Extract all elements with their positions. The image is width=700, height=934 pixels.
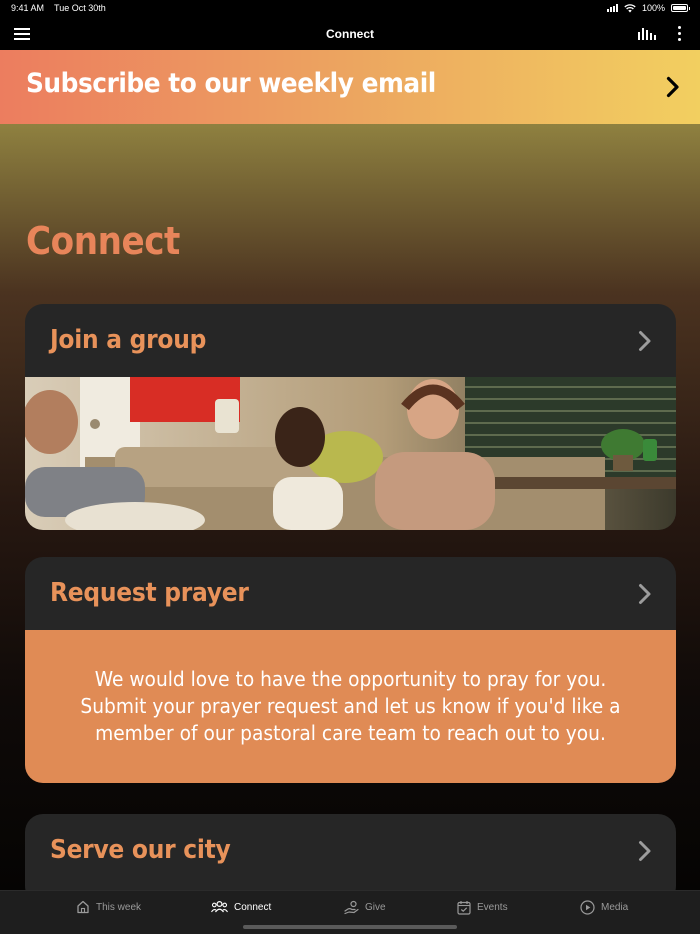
status-time: 9:41 AM: [11, 3, 45, 13]
more-vertical-icon[interactable]: [678, 26, 682, 44]
home-indicator: [243, 925, 457, 929]
audio-bars-icon[interactable]: [638, 28, 656, 40]
tab-bar: This week Connect Give Events Media: [0, 890, 700, 934]
people-icon: [211, 900, 228, 913]
card-header[interactable]: Serve our city: [25, 814, 676, 887]
home-icon: [77, 900, 89, 914]
battery-icon: [671, 4, 690, 12]
tab-label: Media: [601, 902, 629, 913]
give-hand-icon: [344, 900, 359, 915]
card-title: Request prayer: [50, 578, 249, 608]
card-header[interactable]: Request prayer: [25, 557, 676, 630]
tab-label: Give: [365, 902, 386, 913]
serve-city-card[interactable]: Serve our city: [25, 814, 676, 890]
chevron-right-icon: [666, 76, 679, 98]
nav-title: Connect: [326, 27, 374, 41]
group-photo: [25, 377, 676, 530]
wifi-icon: [624, 3, 636, 12]
request-prayer-card[interactable]: Request prayer We would love to have the…: [25, 557, 676, 783]
navigation-bar: Connect: [0, 18, 700, 50]
card-title: Join a group: [50, 325, 207, 355]
battery-percent: 100%: [641, 3, 665, 13]
play-circle-icon: [580, 900, 595, 915]
tab-label: This week: [96, 901, 142, 913]
prayer-description: We would love to have the opportunity to…: [25, 630, 676, 783]
chevron-right-icon: [639, 841, 651, 861]
tab-connect[interactable]: Connect: [211, 900, 271, 914]
page-title: Connect: [26, 219, 180, 263]
subscribe-banner-label: Subscribe to our weekly email: [26, 68, 436, 99]
tab-label: Events: [477, 902, 508, 913]
tab-media[interactable]: Media: [580, 900, 628, 915]
tab-label: Connect: [234, 901, 272, 913]
join-group-card[interactable]: Join a group: [25, 304, 676, 530]
card-title: Serve our city: [50, 835, 231, 865]
tab-this-week[interactable]: This week: [76, 900, 141, 914]
calendar-icon: [457, 901, 471, 915]
prayer-description-text: We would love to have the opportunity to…: [80, 667, 621, 745]
status-date: Tue Oct 30th: [54, 3, 106, 13]
chevron-right-icon: [639, 584, 651, 604]
status-bar: 9:41 AM Tue Oct 30th 100%: [0, 0, 700, 18]
main-content: Connect Join a group Request prayer We w…: [0, 124, 700, 890]
subscribe-banner[interactable]: Subscribe to our weekly email: [0, 50, 700, 124]
tab-events[interactable]: Events: [457, 900, 508, 915]
chevron-right-icon: [639, 331, 651, 351]
tab-give[interactable]: Give: [344, 900, 386, 915]
card-header[interactable]: Join a group: [25, 304, 676, 377]
cellular-signal-icon: [606, 4, 618, 12]
